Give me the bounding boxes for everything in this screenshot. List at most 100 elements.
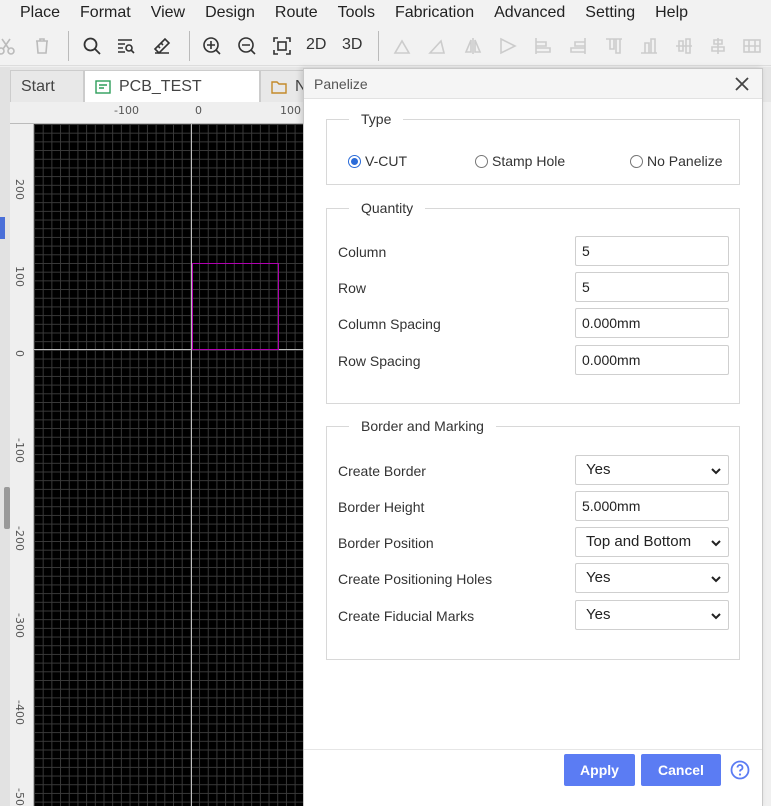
ruler-label: 100 xyxy=(13,266,26,287)
flip-horizontal-icon[interactable] xyxy=(461,34,485,58)
pcb-file-icon xyxy=(95,79,111,94)
type-group: Type V-CUT Stamp Hole No Panelize xyxy=(326,111,740,185)
tab-pcb-test[interactable]: PCB_TEST xyxy=(84,70,260,102)
tab-label: Start xyxy=(21,77,55,95)
tab-label: PCB_TEST xyxy=(119,77,202,95)
dialog-footer: Apply Cancel xyxy=(304,749,762,806)
menu-format[interactable]: Format xyxy=(70,0,141,26)
close-icon[interactable] xyxy=(732,74,752,94)
fiducial-marks-select[interactable]: Yes xyxy=(575,600,729,630)
view-3d-button[interactable]: 3D xyxy=(342,36,362,54)
dialog-title: Panelize xyxy=(314,76,368,92)
border-height-label: Border Height xyxy=(338,499,425,515)
positioning-holes-label: Create Positioning Holes xyxy=(338,571,493,587)
radio-no-panelize[interactable]: No Panelize xyxy=(630,153,723,169)
ruler-label: -100 xyxy=(114,104,139,117)
search-icon[interactable] xyxy=(80,34,104,58)
folder-icon xyxy=(271,80,287,94)
rotate-left-icon[interactable] xyxy=(390,34,414,58)
column-spacing-input[interactable]: 0.000mm xyxy=(575,308,729,338)
border-height-input[interactable]: 5.000mm xyxy=(575,491,729,521)
ruler-label: -400 xyxy=(13,700,26,725)
row-spacing-input[interactable]: 0.000mm xyxy=(575,345,729,375)
menu-design[interactable]: Design xyxy=(195,0,265,26)
menu-help[interactable]: Help xyxy=(645,0,698,26)
column-label: Column xyxy=(338,244,387,260)
column-input[interactable]: 5 xyxy=(575,236,729,266)
menu-place[interactable]: Place xyxy=(0,0,70,26)
radio-label: No Panelize xyxy=(647,153,723,169)
distribute-icon[interactable] xyxy=(740,34,764,58)
zoom-out-icon[interactable] xyxy=(235,34,259,58)
menu-route[interactable]: Route xyxy=(265,0,328,26)
left-panel-indicator xyxy=(0,217,5,239)
app-window: { "menu": { "items": ["Place", "Format",… xyxy=(0,0,771,806)
create-border-label: Create Border xyxy=(338,463,426,479)
align-left-icon[interactable] xyxy=(531,34,555,58)
row-input[interactable]: 5 xyxy=(575,272,729,302)
radio-button[interactable] xyxy=(475,154,488,168)
ruler-label: 100 xyxy=(280,104,301,117)
chevron-down-icon xyxy=(711,468,721,475)
fiducial-marks-label: Create Fiducial Marks xyxy=(338,608,475,624)
tab-start[interactable]: Start xyxy=(10,70,84,102)
select-value: Top and Bottom xyxy=(586,533,692,550)
border-position-select[interactable]: Top and Bottom xyxy=(575,527,729,557)
ruler-top: -100 0 100 xyxy=(10,102,303,124)
help-icon[interactable] xyxy=(730,760,750,780)
menu-setting[interactable]: Setting xyxy=(575,0,645,26)
fit-view-icon[interactable] xyxy=(270,34,294,58)
toolbar-separator xyxy=(68,31,69,61)
ruler-label: 0 xyxy=(195,104,202,117)
radio-label: Stamp Hole xyxy=(492,153,566,169)
menu-advanced[interactable]: Advanced xyxy=(484,0,575,26)
align-center-vertical-icon[interactable] xyxy=(672,34,696,58)
ruler-label: -100 xyxy=(13,438,26,463)
radio-button-checked[interactable] xyxy=(348,154,361,168)
create-border-select[interactable]: Yes xyxy=(575,455,729,485)
ruler-label: 200 xyxy=(13,179,26,200)
menu-fabrication[interactable]: Fabrication xyxy=(385,0,484,26)
align-center-horizontal-icon[interactable] xyxy=(706,34,730,58)
menu-bar: Place Format View Design Route Tools Fab… xyxy=(0,0,771,26)
chevron-down-icon xyxy=(711,613,721,620)
type-legend: Type xyxy=(361,111,392,127)
positioning-holes-select[interactable]: Yes xyxy=(575,563,729,593)
toolbar-separator xyxy=(189,31,190,61)
measure-icon[interactable] xyxy=(150,34,174,58)
select-value: Yes xyxy=(586,461,611,478)
pcb-canvas[interactable] xyxy=(34,124,303,806)
ruler-left: 200 100 0 -100 -200 -300 -400 -500 xyxy=(10,124,34,806)
panelize-dialog: Panelize Type V-CUT Stamp Hole No Paneli… xyxy=(303,68,763,806)
align-right-icon[interactable] xyxy=(566,34,590,58)
zoom-in-icon[interactable] xyxy=(200,34,224,58)
view-2d-button[interactable]: 2D xyxy=(306,36,326,54)
apply-button[interactable]: Apply xyxy=(564,754,635,786)
align-bottom-icon[interactable] xyxy=(637,34,661,58)
radio-vcut[interactable]: V-CUT xyxy=(348,153,407,169)
column-spacing-label: Column Spacing xyxy=(338,316,441,332)
ruler-label: 0 xyxy=(13,350,26,357)
chevron-down-icon xyxy=(711,540,721,547)
menu-tools[interactable]: Tools xyxy=(328,0,385,26)
quantity-legend: Quantity xyxy=(361,200,414,216)
flip-vertical-icon[interactable] xyxy=(496,34,520,58)
cancel-button[interactable]: Cancel xyxy=(641,754,721,786)
radio-label: V-CUT xyxy=(365,153,407,169)
select-value: Yes xyxy=(586,569,611,586)
canvas-y-axis xyxy=(191,124,192,806)
find-list-icon[interactable] xyxy=(114,34,138,58)
radio-stamp-hole[interactable]: Stamp Hole xyxy=(475,153,565,169)
row-label: Row xyxy=(338,280,367,296)
border-position-label: Border Position xyxy=(338,535,434,551)
cut-icon[interactable] xyxy=(0,34,18,58)
menu-view[interactable]: View xyxy=(141,0,195,26)
board-outline[interactable] xyxy=(192,263,279,350)
delete-icon[interactable] xyxy=(30,34,54,58)
toolbar: 2D 3D xyxy=(0,26,771,66)
radio-button[interactable] xyxy=(630,154,643,168)
align-top-icon[interactable] xyxy=(602,34,626,58)
rotate-right-icon[interactable] xyxy=(425,34,449,58)
ruler-label: -200 xyxy=(13,526,26,551)
dialog-title-bar: Panelize xyxy=(304,69,762,99)
